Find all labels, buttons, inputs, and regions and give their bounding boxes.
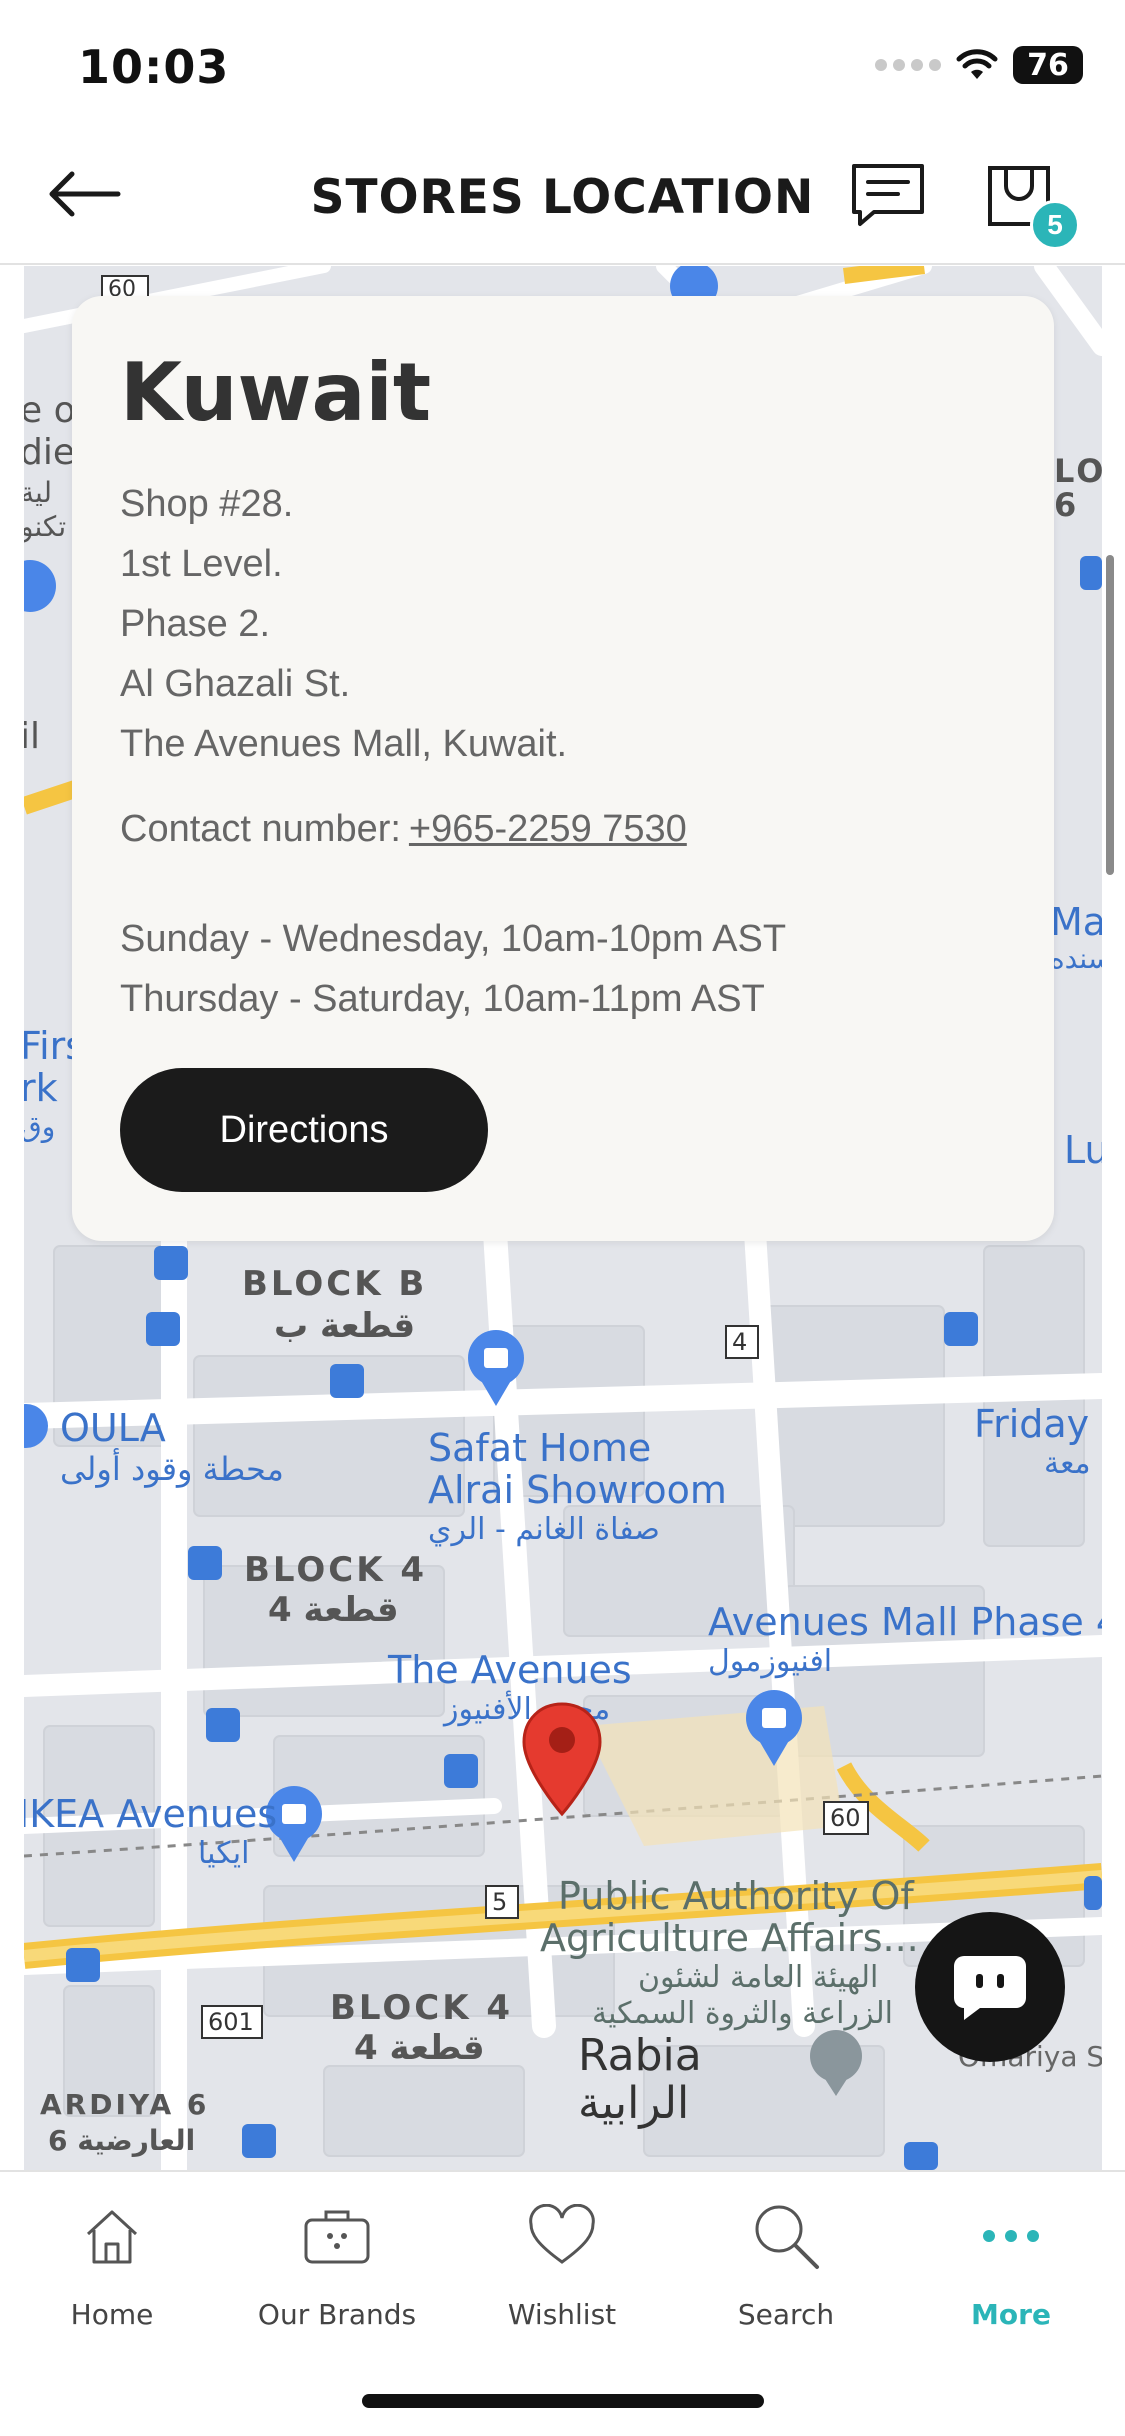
map-label-paa-1: Public Authority Of	[558, 1874, 914, 1918]
scroll-indicator	[1106, 555, 1114, 875]
map-label-ardiya: ARDIYA 6	[40, 2088, 210, 2121]
map-label-edge-rk: rk	[24, 1066, 58, 1110]
hours-line: Thursday - Saturday, 10am-11pm AST	[120, 978, 765, 1020]
map-label-block-b-ar: قطعة ب	[274, 1306, 416, 1346]
live-chat-button[interactable]	[915, 1912, 1065, 2062]
map-label-paa-ar-1: الهيئة العامة لشئون	[638, 1960, 879, 1995]
store-address: Shop #28. 1st Level. Phase 2. Al Ghazali…	[120, 474, 567, 774]
brands-icon	[304, 2210, 370, 2264]
store-info-card: Kuwait Shop #28. 1st Level. Phase 2. Al …	[72, 296, 1054, 1241]
cart-count-badge: 5	[1030, 200, 1080, 250]
tab-label: Home	[70, 2298, 154, 2331]
map-label-block-4a-ar: 4 قطعة	[268, 1590, 399, 1630]
road-shield-60: 60	[830, 1804, 861, 1832]
map-label-ikea: IKEA Avenues	[24, 1792, 278, 1836]
home-icon	[86, 2210, 138, 2264]
store-name: Kuwait	[120, 346, 432, 439]
more-icon	[983, 2230, 1039, 2242]
road-shield-601: 601	[208, 2008, 254, 2036]
app-header: STORES LOCATION 5	[0, 130, 1125, 265]
tab-search[interactable]: Search	[686, 2196, 886, 2331]
address-line: Al Ghazali St.	[120, 663, 351, 705]
map-label-block-4b-ar: 4 قطعة	[354, 2028, 485, 2068]
map-label-safat-ar: صفاة الغانم - الري	[428, 1512, 660, 1547]
tab-more[interactable]: More	[911, 2196, 1111, 2331]
map-label-safat-1: Safat Home	[428, 1426, 652, 1470]
map-label-avenues-phase-ar: افنيوزمول	[708, 1644, 833, 1679]
map-label-friday: Friday	[974, 1402, 1090, 1446]
contact-phone-link[interactable]: +965-2259 7530	[409, 808, 687, 850]
map-label-edge-ar2: تكنو	[24, 510, 67, 543]
search-icon	[755, 2205, 819, 2269]
map-label-edge-ma: Ma	[1050, 900, 1102, 944]
map-label-ikea-ar: ايكيا	[198, 1836, 250, 1871]
page-title: STORES LOCATION	[310, 170, 815, 225]
tab-our-brands[interactable]: Our Brands	[237, 2196, 437, 2331]
address-line: The Avenues Mall, Kuwait.	[120, 723, 568, 765]
address-line: 1st Level.	[120, 543, 283, 585]
home-indicator	[362, 2394, 764, 2408]
chat-icon	[852, 164, 924, 226]
contact-row: Contact number: +965-2259 7530	[120, 808, 687, 851]
map-label-block-4b: BLOCK 4	[330, 1988, 514, 2028]
map-label-friday-ar: معة	[1044, 1446, 1091, 1481]
tab-label: Search	[737, 2298, 835, 2331]
map-label-edge-wq: وق	[24, 1110, 56, 1143]
signal-icon	[875, 59, 941, 71]
tab-label: Wishlist	[507, 2298, 617, 2331]
tab-label: Our Brands	[257, 2298, 417, 2331]
map-label-avenues-phase: Avenues Mall Phase 4	[708, 1600, 1102, 1644]
status-bar: 10:03 76	[0, 0, 1125, 130]
status-time: 10:03	[78, 40, 230, 94]
map-label-edge-eo: e o	[24, 390, 76, 431]
map-label-edge-il: il	[24, 716, 41, 757]
heart-icon	[529, 2204, 595, 2264]
map-label-edge-lu: Lu	[1064, 1128, 1102, 1172]
map-label-rabia: Rabia	[578, 2030, 702, 2081]
store-hours: Sunday - Wednesday, 10am-10pm AST Thursd…	[120, 909, 786, 1029]
map-label-edge-ma-ar: سنده	[1050, 942, 1102, 975]
map-label-rabia-ar: الرابية	[578, 2078, 690, 2129]
location-pin-icon[interactable]	[520, 1700, 604, 1820]
map-label-edge-die: die	[24, 432, 76, 473]
tab-home[interactable]: Home	[12, 2196, 212, 2331]
address-line: Shop #28.	[120, 483, 294, 525]
map-label-paa-2: Agriculture Affairs...	[540, 1916, 919, 1960]
road-shield-5: 5	[492, 1888, 508, 1916]
hours-line: Sunday - Wednesday, 10am-10pm AST	[120, 918, 787, 960]
tab-label: More	[971, 2298, 1051, 2331]
messages-button[interactable]	[848, 160, 928, 230]
map-label-ardiya-ar: 6 العارضية	[48, 2124, 196, 2157]
map-label-block-b: BLOCK B	[242, 1264, 428, 1304]
directions-button[interactable]: Directions	[120, 1068, 488, 1192]
map-label-edge-ar1: لية	[24, 476, 52, 509]
status-icons: 76	[875, 46, 1083, 84]
chat-bubble-icon	[954, 1956, 1026, 2020]
map-label-the-avenues: The Avenues	[388, 1648, 632, 1692]
map-label-safat-2: Alrai Showroom	[428, 1468, 727, 1512]
map-label-block-4a: BLOCK 4	[244, 1550, 428, 1590]
road-shield-4: 4	[732, 1328, 748, 1356]
wifi-icon	[956, 49, 998, 79]
map-label-edge-6: 6	[1054, 486, 1080, 524]
address-line: Phase 2.	[120, 603, 270, 645]
map-label-oula-ar: محطة وقود أولى	[60, 1450, 284, 1488]
battery-icon: 76	[1013, 46, 1083, 84]
tab-wishlist[interactable]: Wishlist	[462, 2196, 662, 2331]
map-label-edge-lo: LO	[1054, 452, 1102, 490]
map-label-oula: OULA	[60, 1406, 166, 1450]
map-label-paa-ar-2: الزراعة والثروة السمكية	[592, 1996, 893, 2031]
contact-label: Contact number:	[120, 808, 401, 850]
